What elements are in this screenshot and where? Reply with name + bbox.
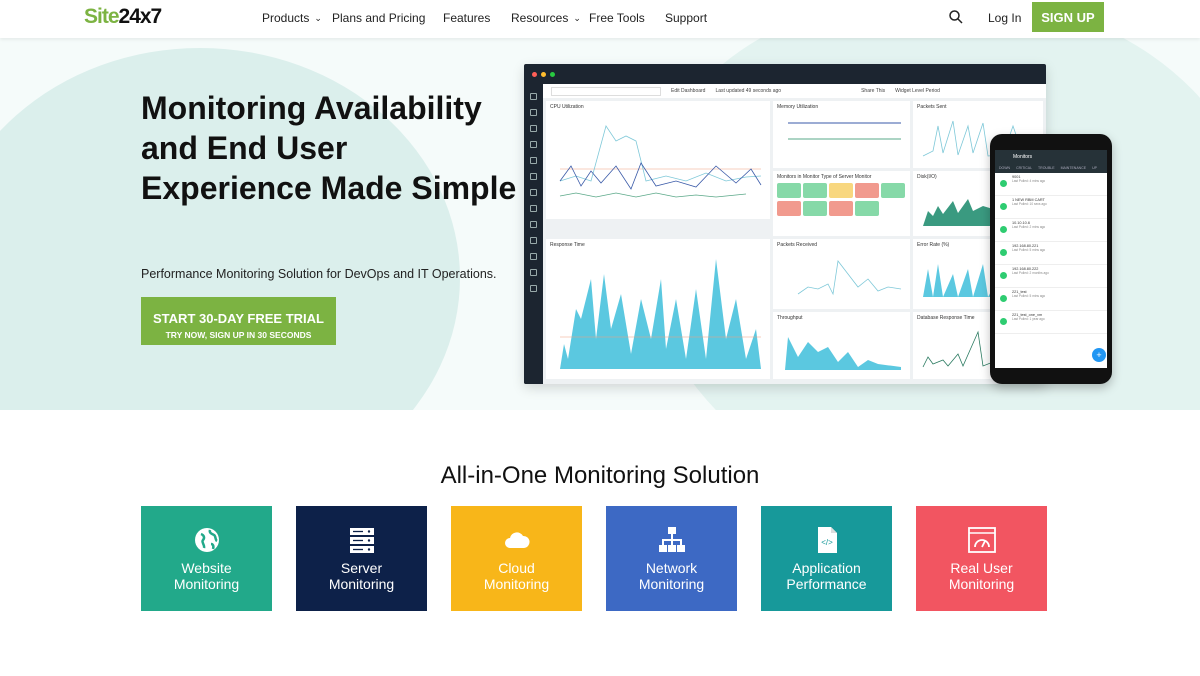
card-label: Application Performance — [786, 560, 867, 592]
monitor-status-tile — [803, 183, 827, 198]
speedometer-icon — [967, 526, 996, 554]
dashboard-toolbar: Edit Dashboard Last updated 49 seconds ag… — [543, 84, 1046, 98]
nav-free-tools[interactable]: Free Tools — [589, 11, 645, 25]
phone-tabs: DOWN CRITICAL TROUBLE MAINTENANCE UP — [995, 164, 1107, 173]
status-up-icon — [1000, 203, 1007, 210]
card-cloud-monitoring[interactable]: Cloud Monitoring — [451, 506, 582, 611]
status-up-icon — [1000, 249, 1007, 256]
monitor-status-tile — [855, 201, 879, 216]
hero-subtitle: Performance Monitoring Solution for DevO… — [141, 267, 497, 281]
card-real-user-monitoring[interactable]: Real User Monitoring — [916, 506, 1047, 611]
monitor-status-tile — [777, 183, 801, 198]
card-network-monitoring[interactable]: Network Monitoring — [606, 506, 737, 611]
status-up-icon — [1000, 180, 1007, 187]
nav-plans-pricing[interactable]: Plans and Pricing — [332, 11, 425, 25]
nav-features[interactable]: Features — [443, 11, 490, 25]
phone-mockup: Monitors DOWN CRITICAL TROUBLE MAINTENANCE U… — [990, 134, 1112, 384]
monitor-list-item: 9001 Last Polled: 4 mins ago — [995, 173, 1107, 196]
card-website-monitoring[interactable]: Website Monitoring — [141, 506, 272, 611]
network-icon — [658, 526, 686, 554]
hero-title: Monitoring Availability and End User Exp… — [141, 90, 517, 206]
code-file-icon: </> — [813, 526, 841, 554]
card-server-monitoring[interactable]: Server Monitoring — [296, 506, 427, 611]
card-label: Network Monitoring — [638, 560, 705, 592]
monitor-status-tile — [803, 201, 827, 216]
widget-packets-received: Packets Received — [773, 239, 910, 309]
section-title: All-in-One Monitoring Solution — [440, 462, 760, 489]
monitor-status-tile — [855, 183, 879, 198]
card-label: Real User Monitoring — [948, 560, 1015, 592]
server-icon — [348, 526, 376, 554]
card-label: Website Monitoring — [173, 560, 240, 592]
widget-throughput: Throughput — [773, 312, 910, 379]
monitor-list-item: 192.168.80.222 Last Polled: 2 months ago — [995, 265, 1107, 288]
window-controls — [532, 72, 555, 77]
top-navbar: Site24x7 Products ⌄ Plans and Pricing Fea… — [0, 0, 1200, 38]
monitor-list-item: 1 NEW RBM CART Last Polled: 10 secs ago — [995, 196, 1107, 219]
status-up-icon — [1000, 226, 1007, 233]
monitor-list-item: 221_test Last Polled: 5 mins ago — [995, 288, 1107, 311]
add-fab-button: + — [1092, 348, 1106, 362]
widget-monitor-tiles: Monitors in Monitor Type of Server Monit… — [773, 171, 910, 236]
chevron-down-icon: ⌄ — [314, 12, 322, 23]
cloud-icon — [503, 526, 531, 554]
widget-response-time: Response Time — [546, 239, 770, 379]
chevron-down-icon: ⌄ — [573, 12, 581, 23]
monitor-list-item: 221_test_one_vm Last Polled: 1 year ago — [995, 311, 1107, 334]
start-trial-button[interactable]: START 30-DAY FREE TRIAL TRY NOW, SIGN UP … — [141, 297, 336, 345]
nav-resources[interactable]: Resources ⌄ — [511, 11, 581, 25]
dashboard-sidebar — [524, 84, 543, 384]
nav-products[interactable]: Products ⌄ — [262, 11, 322, 25]
widget-memory: Memory Utilization — [773, 101, 910, 168]
signup-button[interactable]: SIGN UP — [1032, 2, 1104, 32]
widget-cpu: CPU Utilization — [546, 101, 770, 219]
card-label: Cloud Monitoring — [483, 560, 550, 592]
monitor-list-item: 192.168.80.221 Last Polled: 5 mins ago — [995, 242, 1107, 265]
card-label: Server Monitoring — [328, 560, 395, 592]
login-link[interactable]: Log In — [988, 11, 1021, 25]
globe-icon — [193, 526, 221, 554]
hero-section: Monitoring Availability and End User Exp… — [0, 38, 1200, 410]
monitor-status-tile — [881, 183, 905, 198]
status-up-icon — [1000, 295, 1007, 302]
card-application-performance[interactable]: </> Application Performance — [761, 506, 892, 611]
search-icon[interactable] — [948, 9, 964, 25]
monitor-list-item: 10.10.10.6 Last Polled: 2 mins ago — [995, 219, 1107, 242]
nav-support[interactable]: Support — [665, 11, 707, 25]
monitor-status-tile — [777, 201, 801, 216]
monitor-status-tile — [829, 201, 853, 216]
monitor-status-tile — [829, 183, 853, 198]
site-logo[interactable]: Site24x7 — [84, 5, 162, 29]
phone-app-bar: Monitors — [995, 150, 1107, 164]
status-up-icon — [1000, 318, 1007, 325]
dashboard-screenshot: Edit Dashboard Last updated 49 seconds ag… — [524, 64, 1046, 384]
status-up-icon — [1000, 272, 1007, 279]
svg-text:</>: </> — [821, 538, 833, 547]
